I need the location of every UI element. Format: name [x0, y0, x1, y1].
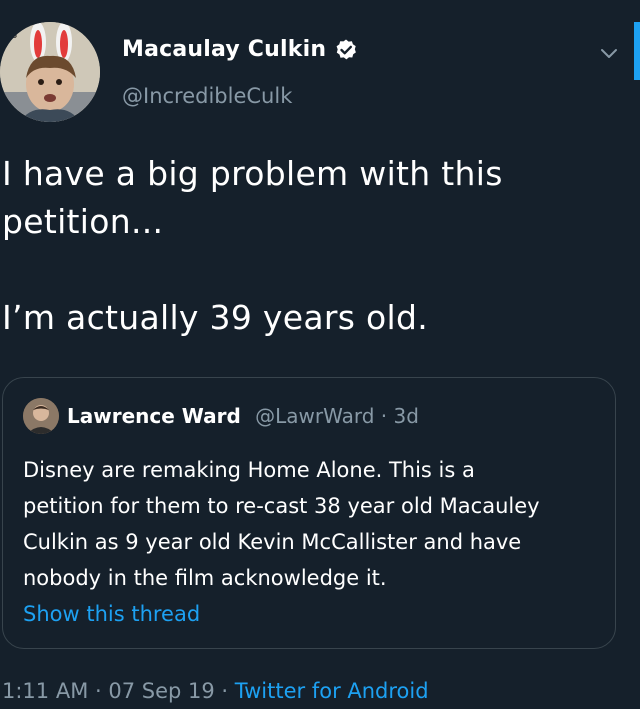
quoted-text-line: petition for them to re-cast 38 year old… [23, 494, 540, 518]
profile-photo-icon [23, 398, 59, 434]
quoted-header: Lawrence Ward @LawrWard · 3d [67, 404, 419, 428]
quoted-body: Disney are remaking Home Alone. This is … [23, 452, 603, 596]
tweet-date[interactable]: 07 Sep 19 [108, 679, 214, 703]
meta-separator: · [374, 404, 394, 428]
tweet-time[interactable]: 1:11 AM [2, 679, 88, 703]
quoted-author-name[interactable]: Lawrence Ward [67, 404, 241, 428]
quoted-text-line: Culkin as 9 year old Kevin McCallister a… [23, 530, 522, 554]
tweet-body: I have a big problem with this petition.… [2, 150, 622, 342]
svg-text:AS: AS [4, 30, 17, 41]
meta-separator: · [88, 679, 109, 703]
quoted-tweet[interactable]: Lawrence Ward @LawrWard · 3d Disney are … [2, 377, 616, 649]
tweet-text-line: I’m actually 39 years old. [2, 298, 429, 337]
author-handle[interactable]: @IncredibleCulk [122, 84, 292, 108]
tweet-text-line: petition... [2, 202, 164, 241]
tweet-source-link[interactable]: Twitter for Android [235, 679, 429, 703]
author-display-name[interactable]: Macaulay Culkin [122, 37, 326, 62]
quoted-age: 3d [393, 404, 419, 428]
quoted-author-handle[interactable]: @LawrWard [255, 404, 374, 428]
scrollbar-thumb[interactable] [634, 22, 640, 80]
quoted-text-line: nobody in the film acknowledge it. [23, 566, 387, 590]
profile-photo-icon: AS [0, 22, 100, 122]
quoted-text-line: Disney are remaking Home Alone. This is … [23, 458, 475, 482]
tweet-footer: 1:11 AM · 07 Sep 19 · Twitter for Androi… [2, 679, 429, 703]
author-name-row[interactable]: Macaulay Culkin [122, 37, 358, 62]
show-thread-link[interactable]: Show this thread [23, 602, 200, 626]
quoted-author-avatar[interactable] [23, 398, 59, 434]
chevron-down-icon[interactable] [598, 42, 620, 64]
meta-separator: · [214, 679, 235, 703]
tweet-card: AS Macaulay Culkin @IncredibleCulk I hav… [0, 0, 640, 709]
tweet-text-line: I have a big problem with this [2, 154, 503, 193]
verified-badge-icon [336, 39, 357, 59]
author-avatar[interactable]: AS [0, 22, 100, 122]
